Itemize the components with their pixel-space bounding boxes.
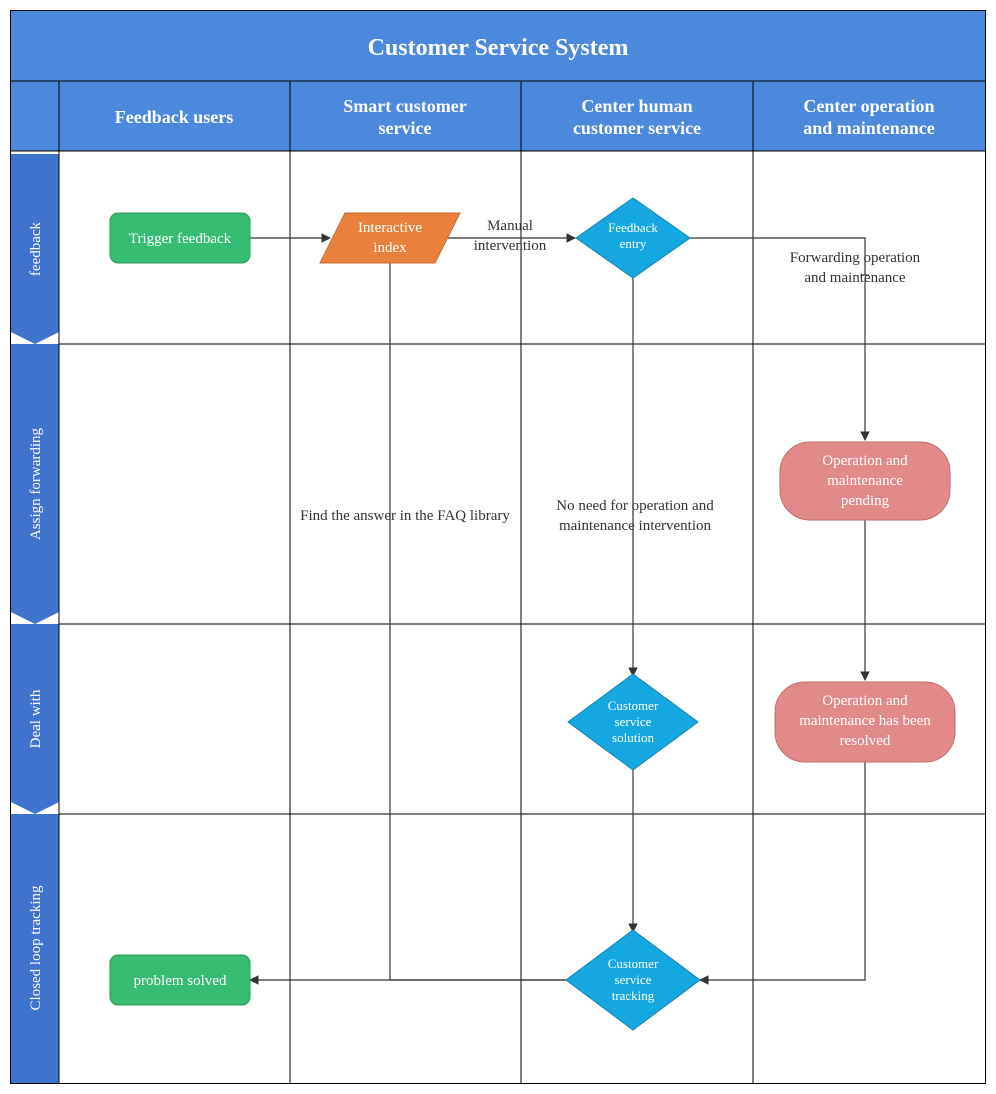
node-feedback-l1: Feedback (608, 220, 658, 235)
col-label-2a: Center human (581, 96, 692, 116)
node-interactive-l1: Interactive (358, 220, 422, 236)
node-cs-trk-l2: service (615, 972, 652, 987)
col-header-2 (521, 81, 753, 151)
row-label-1: Assign forwarding (28, 427, 44, 540)
diagram-title: Customer Service System (368, 35, 629, 61)
edge-label-fwd-2: and maintenance (804, 270, 906, 286)
col-label-3a: Center operation (803, 96, 934, 116)
node-solved-text: problem solved (134, 973, 227, 989)
edge-label-manual-2: intervention (474, 238, 547, 254)
col-label-1a: Smart customer (343, 96, 466, 116)
row-label-0: feedback (28, 221, 44, 276)
col-header-3 (753, 81, 985, 151)
outer-border (11, 11, 986, 1084)
node-interactive-l2: index (373, 240, 407, 256)
edge-label-noneed-2: maintenance intervention (559, 518, 712, 534)
node-om-pending-l3: pending (841, 493, 890, 509)
edge-resolved-tracking (700, 762, 865, 980)
col-label-1b: service (379, 118, 432, 138)
edge-interactive-down (390, 263, 570, 980)
edge-label-fwd-1: Forwarding operation (790, 250, 921, 266)
corner-cell (11, 81, 59, 151)
node-cs-trk-l1: Customer (608, 956, 659, 971)
node-om-res-l2: maintenance has been (799, 713, 931, 729)
col-label-0: Feedback users (115, 107, 234, 127)
flowchart-svg: Customer Service System Feedback users S… (10, 10, 986, 1084)
row-label-2: Deal with (28, 689, 44, 748)
edge-feedback-om (690, 238, 865, 440)
col-label-2b: customer service (573, 118, 701, 138)
node-cs-sol-l1: Customer (608, 698, 659, 713)
node-om-pending-l1: Operation and (822, 453, 908, 469)
node-om-pending-l2: maintenance (827, 473, 903, 489)
col-header-1 (290, 81, 521, 151)
col-label-3b: and maintenance (803, 118, 935, 138)
node-om-res-l1: Operation and (822, 693, 908, 709)
node-trigger-text: Trigger feedback (129, 231, 232, 247)
row-label-3: Closed loop tracking (28, 885, 44, 1010)
diagram-root: Customer Service System Feedback users S… (10, 10, 986, 1084)
node-feedback-l2: entry (620, 236, 647, 251)
edge-label-manual-1: Manual (487, 218, 533, 234)
node-cs-sol-l3: solution (612, 730, 654, 745)
node-cs-sol-l2: service (615, 714, 652, 729)
node-om-res-l3: resolved (840, 733, 891, 749)
node-cs-trk-l3: tracking (612, 988, 655, 1003)
edge-label-noneed-1: No need for operation and (556, 498, 714, 514)
edge-label-faq: Find the answer in the FAQ library (300, 508, 510, 524)
